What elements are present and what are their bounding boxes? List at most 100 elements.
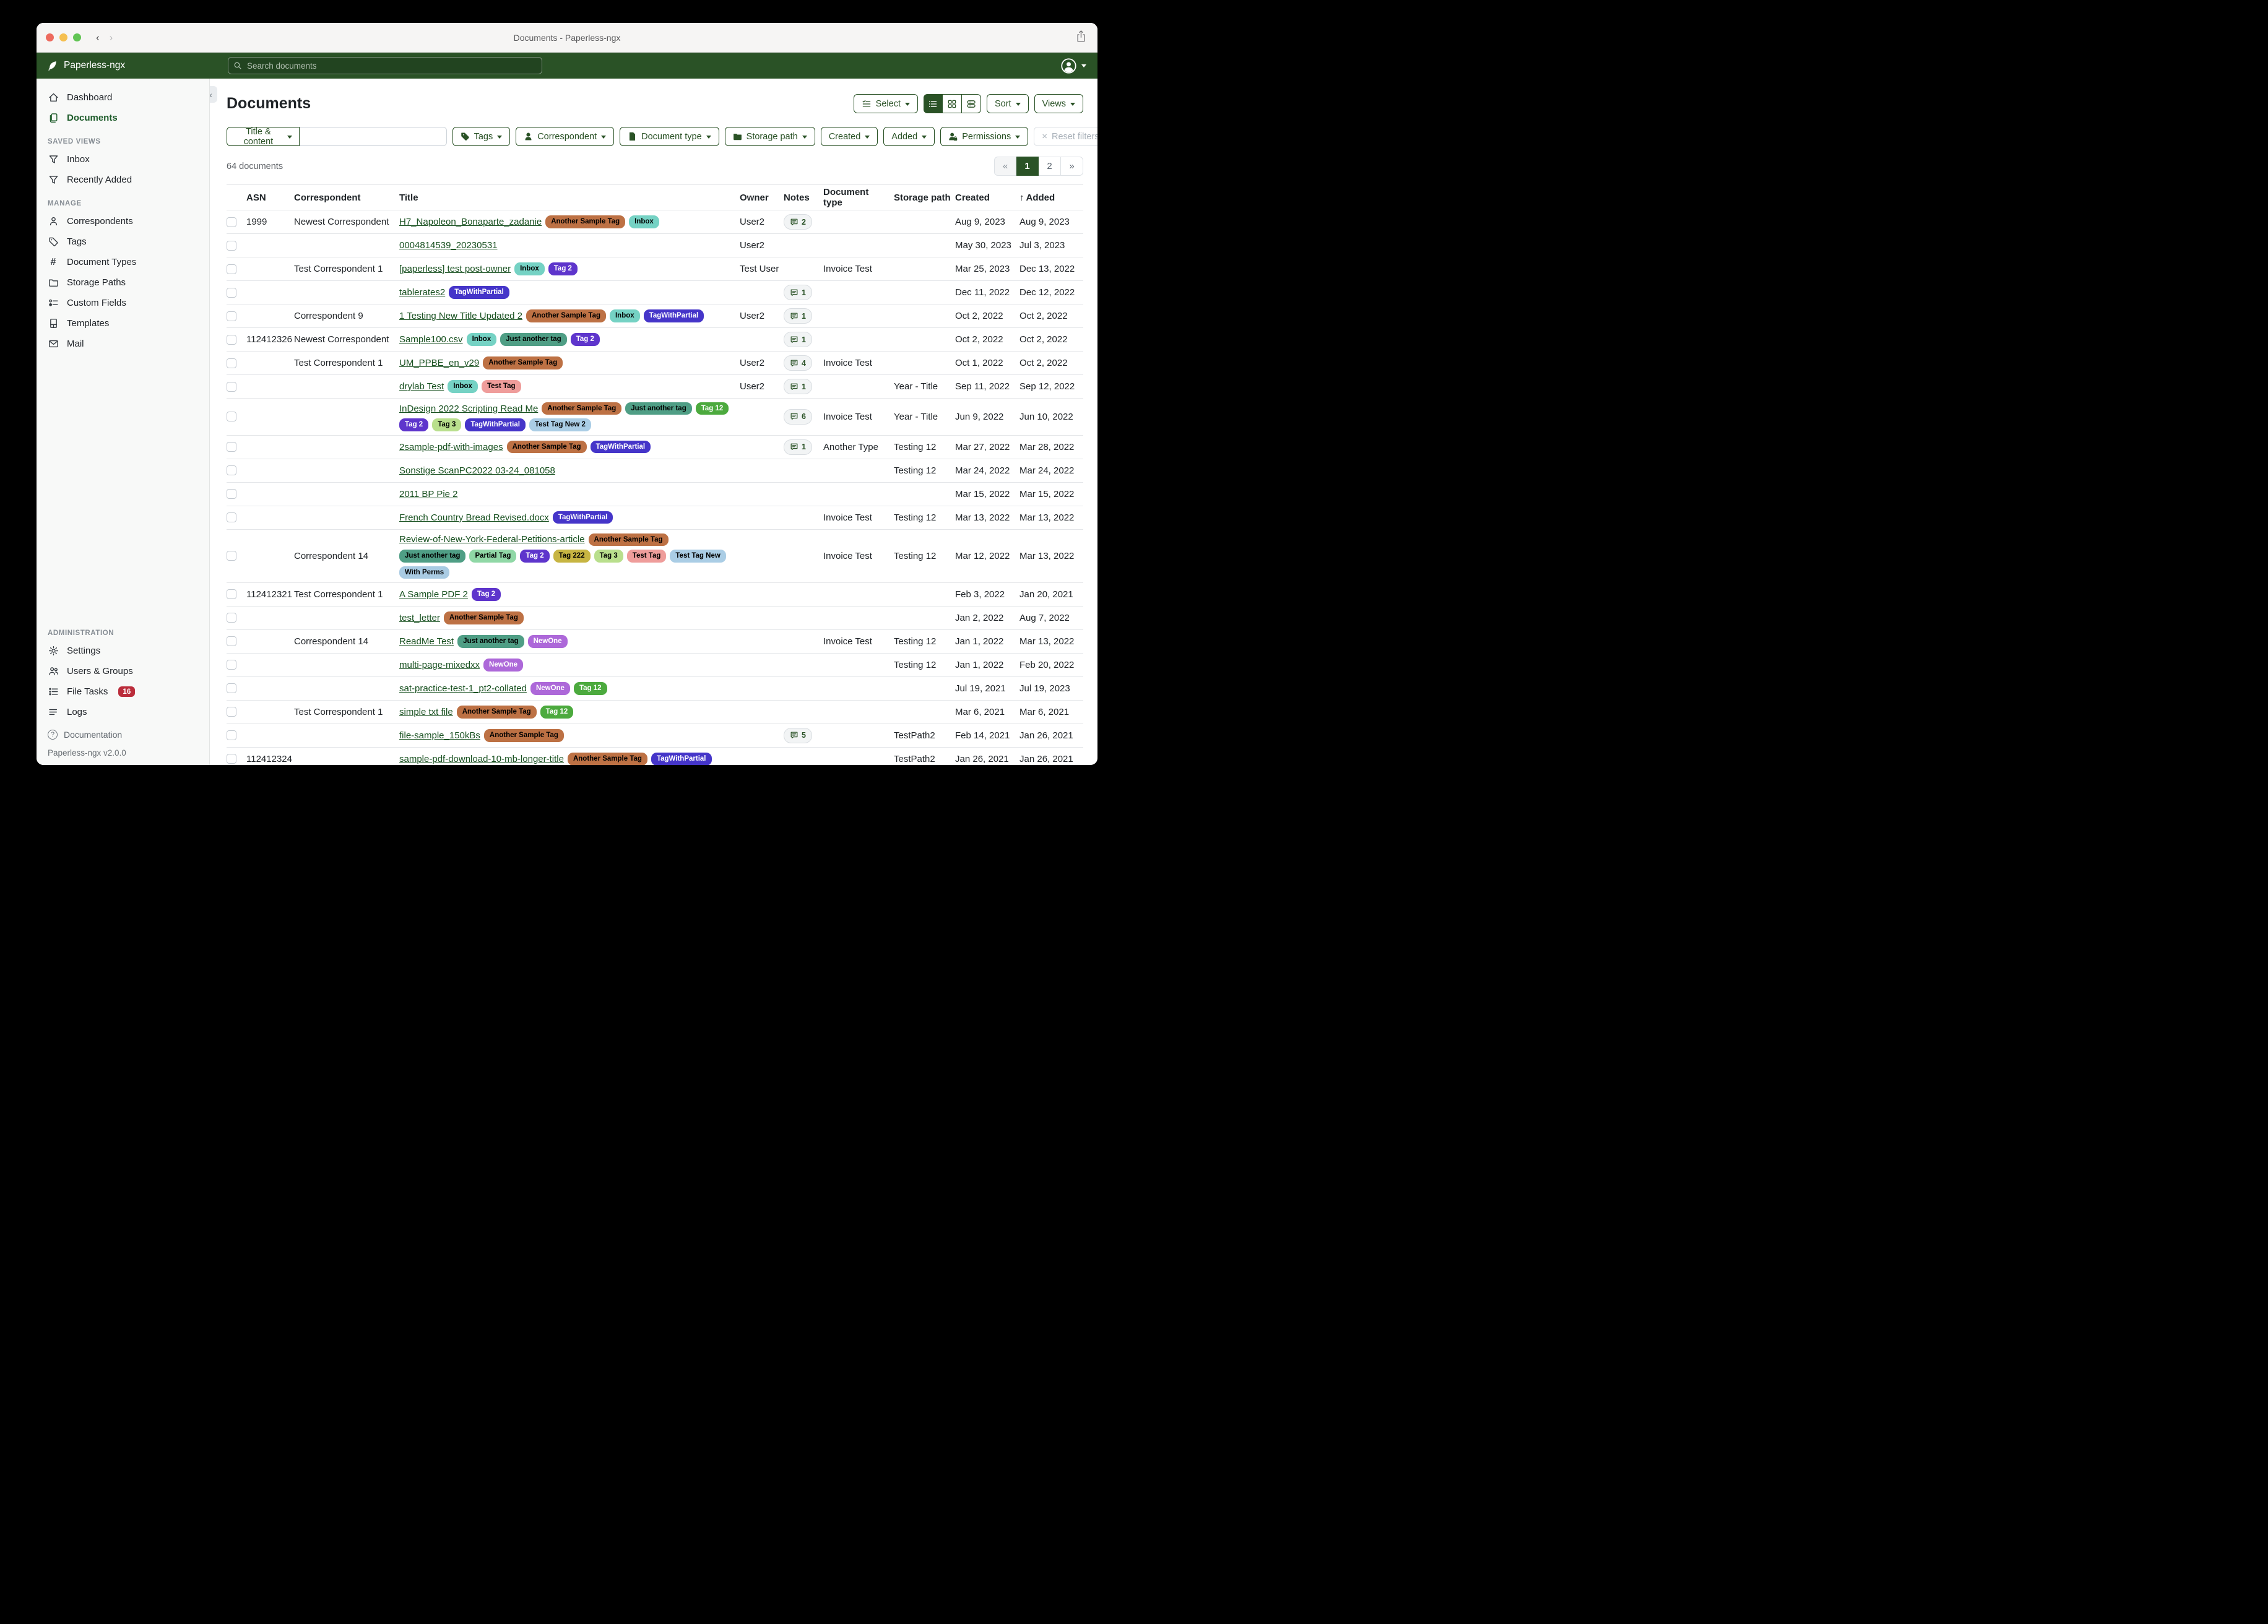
row-checkbox[interactable] [227, 382, 236, 392]
tag-test-tag[interactable]: Test Tag [482, 380, 521, 392]
view-mode-list-button[interactable] [924, 94, 943, 113]
column-header-added[interactable]: ↑Added [1019, 191, 1083, 205]
document-title-link[interactable]: 2011 BP Pie 2 [399, 489, 458, 499]
tag-another-sample-tag[interactable]: Another Sample Tag [526, 309, 606, 322]
sidebar-item-dashboard[interactable]: Dashboard [37, 87, 209, 108]
row-checkbox[interactable] [227, 335, 236, 345]
sidebar-item-inbox[interactable]: Inbox [37, 149, 209, 170]
row-checkbox[interactable] [227, 358, 236, 368]
document-title-link[interactable]: test_letter [399, 613, 440, 623]
tag-inbox[interactable]: Inbox [629, 215, 659, 228]
tag-tagwithpartial[interactable]: TagWithPartial [465, 418, 526, 431]
notes-count-pill[interactable]: 1 [784, 379, 812, 394]
document-title-link[interactable]: multi-page-mixedxx [399, 660, 480, 670]
sidebar-item-storage-paths[interactable]: Storage Paths [37, 272, 209, 293]
page-button-2[interactable]: 2 [1039, 157, 1061, 176]
column-header-title[interactable]: Title [399, 191, 740, 205]
maximize-window-button[interactable] [73, 33, 81, 41]
notes-count-pill[interactable]: 4 [784, 355, 812, 371]
document-title-link[interactable]: ReadMe Test [399, 636, 454, 647]
close-window-button[interactable] [46, 33, 54, 41]
notes-count-pill[interactable]: 1 [784, 285, 812, 300]
tag-tag-2[interactable]: Tag 2 [520, 550, 549, 562]
row-checkbox[interactable] [227, 551, 236, 561]
page-button-next[interactable]: » [1061, 157, 1083, 176]
minimize-window-button[interactable] [59, 33, 67, 41]
document-title-link[interactable]: tablerates2 [399, 287, 445, 298]
row-checkbox[interactable] [227, 264, 236, 274]
filter-button-created[interactable]: Created [821, 127, 878, 146]
sidebar-item-file-tasks[interactable]: File Tasks16 [37, 681, 209, 702]
filter-button-permissions[interactable]: Permissions [940, 127, 1028, 146]
tag-tag-12[interactable]: Tag 12 [574, 682, 607, 694]
document-title-link[interactable]: Sonstige ScanPC2022 03-24_081058 [399, 465, 555, 476]
tag-another-sample-tag[interactable]: Another Sample Tag [484, 729, 564, 741]
tag-tag-3[interactable]: Tag 3 [432, 418, 461, 431]
document-title-link[interactable]: UM_PPBE_en_v29 [399, 358, 479, 368]
search-input[interactable] [246, 61, 537, 71]
notes-count-pill[interactable]: 2 [784, 214, 812, 230]
row-checkbox[interactable] [227, 730, 236, 740]
view-mode-detail-button[interactable] [962, 94, 981, 113]
sidebar-item-logs[interactable]: Logs [37, 702, 209, 722]
filter-button-document-type[interactable]: Document type [620, 127, 719, 146]
column-header-storage-path[interactable]: Storage path [894, 191, 955, 205]
tag-another-sample-tag[interactable]: Another Sample Tag [542, 402, 621, 415]
tag-tagwithpartial[interactable]: TagWithPartial [644, 309, 704, 322]
column-header-owner[interactable]: Owner [740, 191, 784, 205]
tag-test-tag-new[interactable]: Test Tag New [670, 550, 725, 562]
sidebar-item-users-groups[interactable]: Users & Groups [37, 661, 209, 681]
document-title-link[interactable]: 2sample-pdf-with-images [399, 442, 503, 452]
row-checkbox[interactable] [227, 636, 236, 646]
sidebar-item-settings[interactable]: Settings [37, 641, 209, 661]
page-button-1[interactable]: 1 [1016, 157, 1039, 176]
tag-tag-2[interactable]: Tag 2 [472, 588, 501, 600]
filter-button-added[interactable]: Added [883, 127, 935, 146]
notes-count-pill[interactable]: 1 [784, 439, 812, 455]
tag-newone[interactable]: NewOne [483, 659, 523, 671]
tag-just-another-tag[interactable]: Just another tag [625, 402, 691, 415]
filter-button-storage-path[interactable]: Storage path [725, 127, 815, 146]
document-title-link[interactable]: Review-of-New-York-Federal-Petitions-art… [399, 534, 585, 545]
document-title-link[interactable]: InDesign 2022 Scripting Read Me [399, 404, 538, 414]
page-button-prev[interactable]: « [994, 157, 1016, 176]
tag-inbox[interactable]: Inbox [467, 333, 497, 345]
column-header-asn[interactable]: ASN [246, 191, 294, 205]
tag-tagwithpartial[interactable]: TagWithPartial [651, 753, 712, 765]
row-checkbox[interactable] [227, 288, 236, 298]
views-button[interactable]: Views [1034, 94, 1083, 113]
row-checkbox[interactable] [227, 660, 236, 670]
document-title-link[interactable]: drylab Test [399, 381, 444, 392]
tag-newone[interactable]: NewOne [530, 682, 570, 694]
sidebar-item-templates[interactable]: Templates [37, 313, 209, 334]
document-title-link[interactable]: file-sample_150kBs [399, 730, 480, 741]
select-button[interactable]: Select [854, 94, 918, 113]
document-title-link[interactable]: H7_Napoleon_Bonaparte_zadanie [399, 217, 542, 227]
filter-button-tags[interactable]: Tags [452, 127, 511, 146]
document-title-link[interactable]: French Country Bread Revised.docx [399, 512, 549, 523]
sidebar-collapse-button[interactable]: « [210, 86, 217, 103]
column-header-correspondent[interactable]: Correspondent [294, 191, 399, 205]
tag-another-sample-tag[interactable]: Another Sample Tag [483, 356, 563, 369]
tag-tag-2[interactable]: Tag 2 [571, 333, 600, 345]
document-title-link[interactable]: A Sample PDF 2 [399, 589, 468, 600]
document-title-link[interactable]: simple txt file [399, 707, 453, 717]
document-title-link[interactable]: 0004814539_20230531 [399, 240, 498, 251]
view-mode-grid-button[interactable] [943, 94, 962, 113]
tag-tagwithpartial[interactable]: TagWithPartial [449, 286, 509, 298]
document-title-link[interactable]: Sample100.csv [399, 334, 463, 345]
row-checkbox[interactable] [227, 217, 236, 227]
row-checkbox[interactable] [227, 707, 236, 717]
sidebar-item-correspondents[interactable]: Correspondents [37, 211, 209, 231]
row-checkbox[interactable] [227, 683, 236, 693]
tag-partial-tag[interactable]: Partial Tag [469, 550, 516, 562]
document-title-link[interactable]: [paperless] test post-owner [399, 264, 511, 274]
tag-with-perms[interactable]: With Perms [399, 566, 449, 579]
tag-just-another-tag[interactable]: Just another tag [457, 635, 524, 647]
column-header-notes[interactable]: Notes [784, 191, 823, 205]
tag-inbox[interactable]: Inbox [514, 262, 545, 275]
document-title-link[interactable]: 1 Testing New Title Updated 2 [399, 311, 522, 321]
tag-another-sample-tag[interactable]: Another Sample Tag [545, 215, 625, 228]
share-icon[interactable] [1075, 29, 1087, 44]
row-checkbox[interactable] [227, 512, 236, 522]
